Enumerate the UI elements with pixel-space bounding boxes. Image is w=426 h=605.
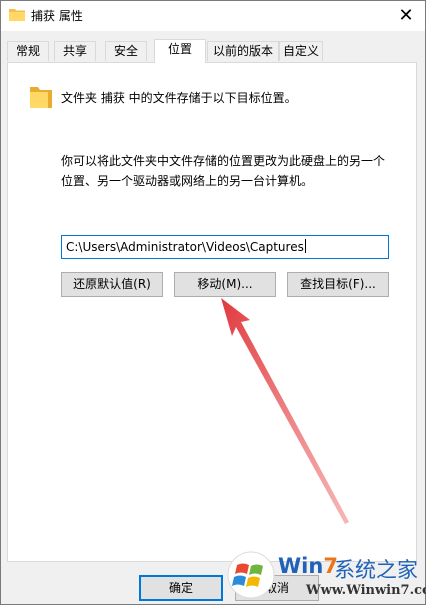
tab-general[interactable]: 常规 <box>7 41 49 61</box>
tab-customize[interactable]: 自定义 <box>279 41 323 61</box>
move-button[interactable]: 移动(M)... <box>174 272 276 297</box>
tab-strip: 常规 共享 安全 位置 以前的版本 自定义 <box>7 39 419 63</box>
restore-default-button[interactable]: 还原默认值(R) <box>61 272 163 297</box>
folder-path-input[interactable]: C:\Users\Administrator\Videos\Captures <box>61 235 389 259</box>
tab-previous-versions[interactable]: 以前的版本 <box>207 41 279 61</box>
window-title: 捕获 属性 <box>31 9 83 23</box>
folder-icon <box>30 87 52 108</box>
watermark-url: Www.Winwin7.com <box>306 583 426 598</box>
watermark-brand-cn: 系统之家 <box>334 558 418 582</box>
watermark-brand: Win7 <box>278 554 338 578</box>
text-caret <box>304 239 306 253</box>
close-button[interactable]: ✕ <box>391 1 421 29</box>
find-target-button[interactable]: 查找目标(F)... <box>287 272 389 297</box>
title-bar[interactable]: 捕获 属性 ✕ <box>1 1 425 31</box>
folder-path-value: C:\Users\Administrator\Videos\Captures <box>66 240 304 254</box>
windows-logo-icon <box>227 551 275 599</box>
tab-sharing[interactable]: 共享 <box>54 41 96 61</box>
location-description: 你可以将此文件夹中文件存储的位置更改为此硬盘上的另一个位置、另一个驱动器或网络上… <box>61 154 386 188</box>
close-icon: ✕ <box>398 4 414 26</box>
watermark: Win7 系统之家 Www.Winwin7.com <box>226 548 426 603</box>
tab-security[interactable]: 安全 <box>105 41 147 61</box>
tab-location[interactable]: 位置 <box>154 39 206 63</box>
location-panel: 文件夹 捕获 中的文件存储于以下目标位置。 你可以将此文件夹中文件存储的位置更改… <box>7 62 417 562</box>
ok-button[interactable]: 确定 <box>139 575 223 601</box>
properties-window: 捕获 属性 ✕ 常规 共享 安全 位置 以前的版本 自定义 文件夹 捕获 中的文… <box>0 0 426 605</box>
folder-icon <box>9 9 25 21</box>
location-info-text: 文件夹 捕获 中的文件存储于以下目标位置。 <box>61 91 297 105</box>
